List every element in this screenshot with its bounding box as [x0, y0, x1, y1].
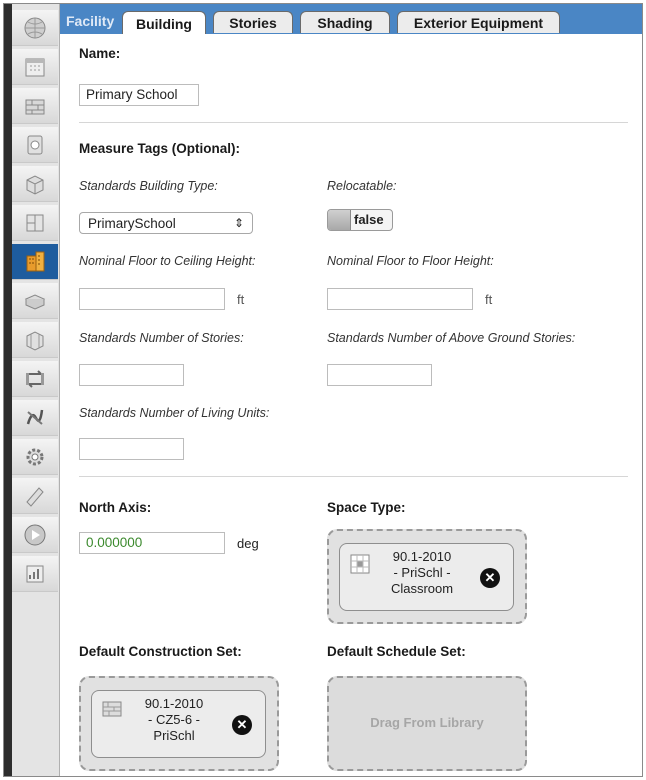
select-arrows-icon: ⇕ [233, 216, 244, 230]
spaces-icon[interactable] [12, 283, 58, 319]
facility-icon[interactable] [12, 244, 58, 280]
vertical-nav-sidebar [4, 4, 60, 776]
output-variables-icon[interactable] [12, 400, 58, 436]
north-axis-label: North Axis: [79, 500, 152, 515]
construction-set-icon [102, 701, 122, 717]
measures-icon[interactable] [12, 478, 58, 514]
toggle-knob [328, 210, 351, 230]
num-stories-label: Standards Number of Stories: [79, 331, 244, 345]
nominal-floor-floor-unit: ft [485, 292, 493, 307]
run-icon[interactable] [12, 517, 58, 553]
relocatable-value: false [354, 212, 384, 227]
measure-tags-label: Measure Tags (Optional): [79, 141, 241, 156]
tab-stories[interactable]: Stories [213, 11, 293, 33]
remove-construction-set-button[interactable]: ✕ [232, 715, 252, 735]
north-axis-field[interactable]: 0.000000 [79, 532, 225, 554]
thermal-zones-icon[interactable] [12, 322, 58, 358]
num-living-units-label: Standards Number of Living Units: [79, 406, 270, 420]
num-above-ground-label: Standards Number of Above Ground Stories… [327, 331, 576, 345]
site-icon[interactable] [12, 10, 58, 46]
standards-building-type-value: PrimarySchool [88, 215, 176, 231]
tab-shading[interactable]: Shading [300, 11, 390, 33]
divider [79, 122, 628, 123]
construction-set-label: Default Construction Set: [79, 644, 242, 659]
space-type-label: Space Type: [327, 500, 406, 515]
divider [79, 476, 628, 477]
name-label: Name: [79, 46, 121, 61]
results-icon[interactable] [12, 556, 58, 592]
relocatable-toggle[interactable]: false [327, 209, 393, 231]
schedule-set-drop-zone[interactable]: Drag From Library [327, 676, 527, 771]
name-field[interactable]: Primary School [79, 84, 199, 106]
remove-space-type-button[interactable]: ✕ [480, 568, 500, 588]
space-type-name: 90.1-2010 - PriSchl - Classroom [390, 549, 454, 596]
space-types-icon[interactable] [12, 166, 58, 202]
schedule-set-label: Default Schedule Set: [327, 644, 466, 659]
drag-from-library-hint: Drag From Library [370, 715, 484, 730]
facility-heading: Facility [66, 13, 115, 29]
nominal-floor-ceiling-field[interactable] [79, 288, 225, 310]
construction-set-drop-zone[interactable]: 90.1-2010 - CZ5-6 - PriSchl ✕ [79, 676, 279, 771]
nominal-floor-floor-label: Nominal Floor to Floor Height: [327, 254, 494, 268]
nominal-floor-ceiling-unit: ft [237, 292, 245, 307]
space-type-icon [350, 554, 370, 574]
north-axis-unit: deg [237, 536, 259, 551]
standards-building-type-select[interactable]: PrimarySchool ⇕ [79, 212, 253, 234]
nominal-floor-ceiling-label: Nominal Floor to Ceiling Height: [79, 254, 256, 268]
app-window: Facility Building Stories Shading Exteri… [3, 3, 643, 777]
num-living-units-field[interactable] [79, 438, 184, 460]
relocatable-label: Relocatable: [327, 179, 397, 193]
loads-icon[interactable] [12, 127, 58, 163]
space-type-drop-zone[interactable]: 90.1-2010 - PriSchl - Classroom ✕ [327, 529, 527, 624]
construction-set-name: 90.1-2010 - CZ5-6 - PriSchl [144, 696, 204, 743]
num-stories-field[interactable] [79, 364, 184, 386]
constructions-icon[interactable] [12, 88, 58, 124]
schedules-icon[interactable] [12, 49, 58, 85]
construction-set-chip[interactable]: 90.1-2010 - CZ5-6 - PriSchl ✕ [91, 690, 266, 758]
building-panel: Name: Primary School Measure Tags (Optio… [61, 34, 642, 776]
num-above-ground-field[interactable] [327, 364, 432, 386]
simulation-settings-icon[interactable] [12, 439, 58, 475]
standards-building-type-label: Standards Building Type: [79, 179, 218, 193]
tab-building[interactable]: Building [122, 11, 206, 35]
tab-exterior-equipment[interactable]: Exterior Equipment [397, 11, 560, 33]
geometry-icon[interactable] [12, 205, 58, 241]
hvac-systems-icon[interactable] [12, 361, 58, 397]
nominal-floor-floor-field[interactable] [327, 288, 473, 310]
space-type-chip[interactable]: 90.1-2010 - PriSchl - Classroom ✕ [339, 543, 514, 611]
sidebar-strip [4, 4, 12, 776]
